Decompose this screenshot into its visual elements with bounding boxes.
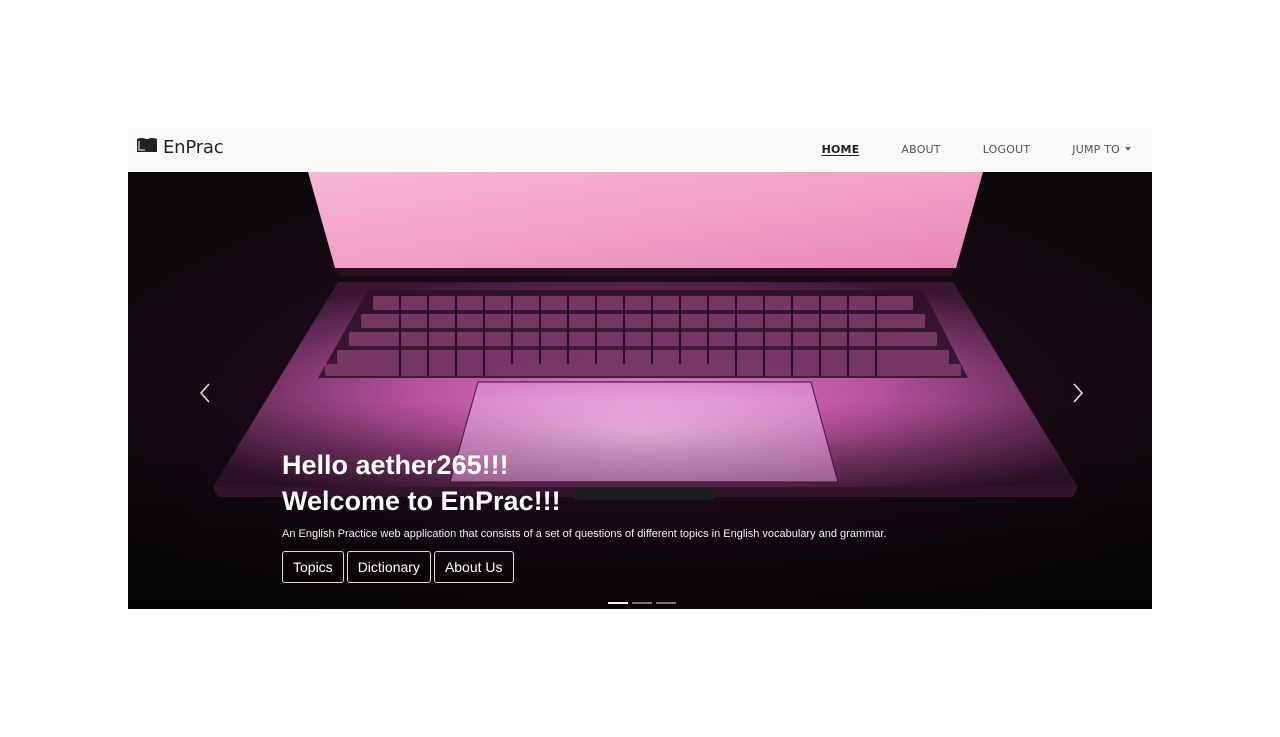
book-icon — [136, 136, 158, 158]
main-nav: HOME ABOUT LOGOUT JUMP TO — [801, 128, 1152, 172]
caret-down-icon — [1125, 147, 1131, 151]
nav-home[interactable]: HOME — [801, 128, 881, 172]
nav-about[interactable]: ABOUT — [880, 128, 961, 172]
nav-jump-to-dropdown[interactable]: JUMP TO — [1051, 128, 1152, 172]
hero-description: An English Practice web application that… — [282, 528, 887, 540]
page-frame: EnPrac HOME ABOUT LOGOUT JUMP TO Hello a… — [128, 128, 1152, 609]
carousel-indicator[interactable] — [632, 602, 652, 604]
hero-carousel: Hello aether265!!! Welcome to EnPrac!!! … — [128, 172, 1152, 609]
chevron-left-icon — [198, 382, 212, 408]
chevron-right-icon — [1071, 382, 1085, 408]
carousel-indicator[interactable] — [608, 602, 628, 604]
nav-jump-to-label: JUMP TO — [1072, 143, 1120, 156]
topics-button[interactable]: Topics — [282, 551, 344, 583]
greeting-heading: Hello aether265!!! — [282, 450, 509, 480]
about-us-button[interactable]: About Us — [433, 551, 514, 583]
brand-link[interactable]: EnPrac — [136, 136, 224, 158]
carousel-indicators — [608, 602, 676, 604]
nav-logout[interactable]: LOGOUT — [962, 128, 1052, 172]
navbar: EnPrac HOME ABOUT LOGOUT JUMP TO — [128, 128, 1152, 172]
carousel-next-button[interactable] — [1066, 380, 1090, 410]
brand-name: EnPrac — [163, 136, 224, 158]
carousel-prev-button[interactable] — [193, 380, 217, 410]
hero-caption: Hello aether265!!! Welcome to EnPrac!!! … — [282, 448, 887, 583]
carousel-indicator[interactable] — [656, 602, 676, 604]
welcome-heading: Welcome to EnPrac!!! — [282, 486, 561, 516]
dictionary-button[interactable]: Dictionary — [346, 551, 431, 583]
hero-button-group: Topics Dictionary About Us — [282, 551, 887, 583]
